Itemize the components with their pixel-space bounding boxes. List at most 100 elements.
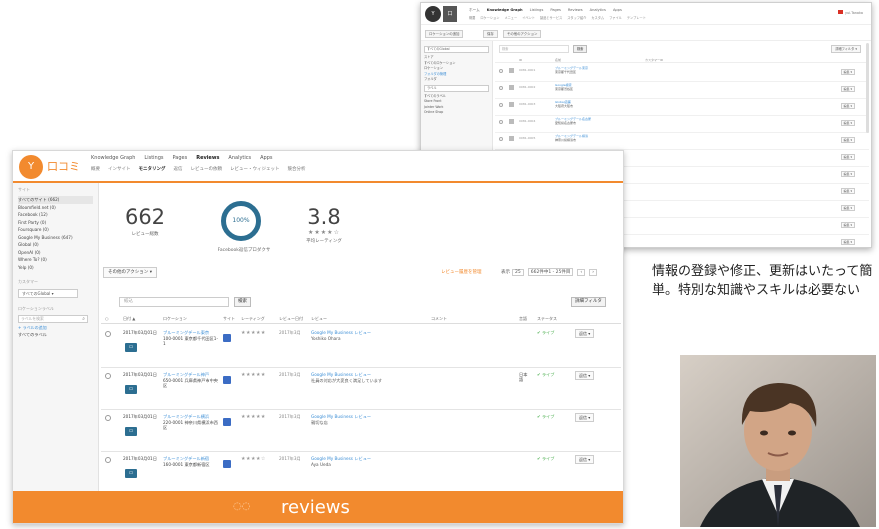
subnav-overview[interactable]: 概要 bbox=[91, 166, 100, 172]
nav-knowledge-graph[interactable]: Knowledge Graph bbox=[91, 155, 135, 161]
listing-search-input[interactable]: 検索 bbox=[499, 45, 569, 53]
prev-page-icon[interactable]: ‹ bbox=[577, 269, 586, 276]
row-select-radio[interactable] bbox=[105, 331, 111, 337]
subnav-item[interactable]: ロケーション bbox=[480, 15, 499, 20]
page-range[interactable]: 662件中1 - 25件目 bbox=[527, 268, 574, 276]
review-row[interactable]: 2017年03月01日 ▭ ブルーミングデール神戸 650-0001 兵庫県神戸市中央… bbox=[101, 368, 621, 410]
row-select-radio[interactable] bbox=[499, 86, 503, 90]
nav-pages[interactable]: Pages bbox=[550, 8, 561, 13]
search-button[interactable]: 検索 bbox=[234, 297, 251, 307]
site-filter-item[interactable]: Yelp (0) bbox=[18, 264, 93, 272]
nav-reviews[interactable]: Reviews bbox=[568, 8, 583, 13]
subnav-item[interactable]: スタッフ紹介 bbox=[567, 15, 586, 20]
edit-button[interactable]: 編集 ▾ bbox=[840, 120, 855, 126]
subnav-competitors[interactable]: 競合分析 bbox=[288, 166, 306, 172]
subnav-item[interactable]: 概要 bbox=[469, 15, 475, 20]
nav-apps[interactable]: Apps bbox=[260, 155, 272, 161]
subnav-insights[interactable]: インサイト bbox=[108, 166, 131, 172]
select-all-radio[interactable]: ○ bbox=[105, 316, 109, 321]
label-search-input[interactable]: ラベルを検索 ⌕ bbox=[18, 315, 88, 323]
reply-button[interactable]: 返信 ▾ bbox=[575, 413, 595, 422]
subnav-item[interactable]: イベント bbox=[522, 15, 535, 20]
save-button[interactable]: 保存 bbox=[483, 30, 498, 38]
col-location[interactable]: ロケーション bbox=[163, 316, 187, 322]
row-select-radio[interactable] bbox=[499, 103, 503, 107]
edit-button[interactable]: 編集 ▾ bbox=[840, 188, 855, 194]
chat-icon[interactable]: ▭ bbox=[125, 427, 137, 436]
nav-analytics[interactable]: Analytics bbox=[590, 8, 606, 13]
row-select-radio[interactable] bbox=[105, 457, 111, 463]
review-row[interactable]: 2017年03月01日 ▭ ブルーミングデール新宿 160-0001 東京都新宿区 ★★… bbox=[101, 452, 621, 494]
add-location-button[interactable]: ロケーションの追加 bbox=[425, 30, 464, 38]
review-row[interactable]: 2017年03月01日 ▭ ブルーミングデール横浜 220-0001 神奈川県横浜市西… bbox=[101, 410, 621, 452]
next-page-icon[interactable]: › bbox=[589, 269, 598, 276]
reply-button[interactable]: 返信 ▾ bbox=[575, 329, 595, 338]
row-select-radio[interactable] bbox=[499, 137, 503, 141]
col-id[interactable]: ID bbox=[519, 58, 522, 62]
edit-button[interactable]: 編集 ▾ bbox=[840, 86, 855, 92]
site-filter-item[interactable]: Global (0) bbox=[18, 241, 93, 249]
nav-listings[interactable]: Listings bbox=[530, 8, 544, 13]
edit-button[interactable]: 編集 ▾ bbox=[840, 205, 855, 211]
per-page-select[interactable]: 25 bbox=[512, 269, 524, 276]
subnav-reply[interactable]: 返信 bbox=[174, 166, 183, 172]
col-name[interactable]: 名前 bbox=[555, 58, 561, 62]
more-actions-button[interactable]: その他のアクション bbox=[503, 30, 542, 38]
nav-listings[interactable]: Listings bbox=[144, 155, 163, 161]
nav-knowledge-graph[interactable]: Knowledge Graph bbox=[487, 8, 523, 13]
subnav-item[interactable]: テンプレート bbox=[627, 15, 646, 20]
site-filter-item[interactable]: すべてのサイト (662) bbox=[18, 196, 93, 204]
site-filter-item[interactable]: OpenAI (0) bbox=[18, 249, 93, 257]
edit-button[interactable]: 編集 ▾ bbox=[840, 171, 855, 177]
col-rating[interactable]: レーティング bbox=[241, 316, 265, 322]
subnav-item[interactable]: 製品とサービス bbox=[540, 15, 562, 20]
site-filter-item[interactable]: Where To? (0) bbox=[18, 256, 93, 264]
subnav-monitoring[interactable]: モニタリング bbox=[139, 166, 166, 172]
brand-logo-icon[interactable]: Y bbox=[425, 6, 441, 22]
reply-button[interactable]: 返信 ▾ bbox=[575, 455, 595, 464]
subnav-item[interactable]: ファイル bbox=[609, 15, 622, 20]
edit-button[interactable]: 編集 ▾ bbox=[840, 239, 855, 245]
listing-row[interactable]: 0081-0005 ブルーミングデール横浜 神奈川県横浜市 編集 ▾ bbox=[495, 133, 869, 150]
row-select-radio[interactable] bbox=[499, 69, 503, 73]
col-date[interactable]: 日付 ▲ bbox=[123, 316, 135, 322]
customer-select[interactable]: すべてのGlobal ▾ bbox=[18, 289, 78, 298]
edit-button[interactable]: 編集 ▾ bbox=[840, 69, 855, 75]
subnav-item[interactable]: メニュー bbox=[504, 15, 517, 20]
chat-icon[interactable]: ▭ bbox=[125, 385, 137, 394]
review-filter-input[interactable]: 絞込 bbox=[119, 297, 229, 307]
reply-button[interactable]: 返信 ▾ bbox=[575, 371, 595, 380]
nav-analytics[interactable]: Analytics bbox=[228, 155, 251, 161]
edit-button[interactable]: 編集 ▾ bbox=[840, 103, 855, 109]
chat-icon[interactable]: ▭ bbox=[125, 343, 137, 352]
site-filter-item[interactable]: Google My Business (647) bbox=[18, 234, 93, 242]
edit-button[interactable]: 編集 ▾ bbox=[840, 222, 855, 228]
site-filter-item[interactable]: Bloomfield.net (0) bbox=[18, 204, 93, 212]
row-select-radio[interactable] bbox=[499, 120, 503, 124]
col-comment[interactable]: コメント bbox=[431, 316, 447, 322]
subnav-item[interactable]: カスタム bbox=[591, 15, 604, 20]
col-review-date[interactable]: レビュー日付 bbox=[279, 316, 303, 322]
row-select-radio[interactable] bbox=[105, 415, 111, 421]
chat-icon[interactable]: ▭ bbox=[125, 469, 137, 478]
col-site[interactable]: サイト bbox=[223, 316, 235, 322]
label-search[interactable]: ラベル bbox=[424, 84, 489, 92]
site-filter-item[interactable]: Facebook (12) bbox=[18, 211, 93, 219]
nav-reviews[interactable]: Reviews bbox=[196, 155, 219, 161]
edit-button[interactable]: 編集 ▾ bbox=[840, 154, 855, 160]
all-labels-item[interactable]: すべてのラベル bbox=[18, 331, 93, 339]
col-customer-id[interactable]: カスタマーID bbox=[645, 58, 663, 62]
col-language[interactable]: 言語 bbox=[519, 316, 527, 322]
brand-logo-icon[interactable]: Y bbox=[19, 155, 43, 179]
nav-apps[interactable]: Apps bbox=[613, 8, 622, 13]
site-filter-item[interactable]: Foursquare (0) bbox=[18, 226, 93, 234]
detail-filter-button[interactable]: 詳細フィルタ bbox=[571, 297, 606, 307]
edit-button[interactable]: 編集 ▾ bbox=[840, 137, 855, 143]
listing-row[interactable]: 0081-0002 Google検索 東京都渋谷区 編集 ▾ bbox=[495, 82, 869, 99]
scrollbar[interactable] bbox=[866, 43, 869, 133]
listing-row[interactable]: 0081-0004 ブルーミングデール名古屋 愛知県名古屋市 編集 ▾ bbox=[495, 116, 869, 133]
site-filter-item[interactable]: First Party (0) bbox=[18, 219, 93, 227]
review-history-link[interactable]: レビュー履歴を管理 bbox=[441, 269, 482, 275]
row-select-radio[interactable] bbox=[105, 373, 111, 379]
col-status[interactable]: ステータス bbox=[537, 316, 557, 322]
